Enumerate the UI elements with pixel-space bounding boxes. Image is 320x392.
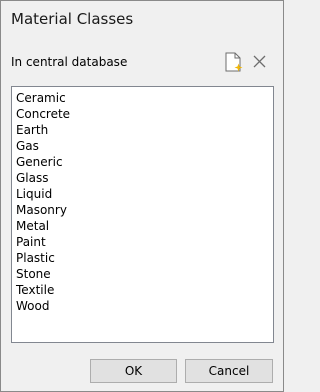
list-item[interactable]: Ceramic	[16, 90, 273, 106]
ok-button[interactable]: OK	[90, 359, 177, 383]
list-item[interactable]: Metal	[16, 218, 273, 234]
dialog-title: Material Classes	[11, 10, 134, 28]
list-item[interactable]: Paint	[16, 234, 273, 250]
section-label: In central database	[11, 55, 128, 69]
list-item[interactable]: Concrete	[16, 106, 273, 122]
new-document-icon[interactable]	[223, 52, 243, 72]
close-x-icon[interactable]	[252, 54, 267, 69]
cancel-button[interactable]: Cancel	[185, 359, 273, 383]
material-classes-dialog: Material Classes In central database Cer…	[0, 0, 284, 392]
list-item[interactable]: Generic	[16, 154, 273, 170]
list-item[interactable]: Textile	[16, 282, 273, 298]
list-item[interactable]: Wood	[16, 298, 273, 314]
material-class-list[interactable]: Ceramic Concrete Earth Gas Generic Glass…	[11, 86, 274, 343]
list-item[interactable]: Earth	[16, 122, 273, 138]
list-item[interactable]: Stone	[16, 266, 273, 282]
list-item[interactable]: Masonry	[16, 202, 273, 218]
list-item[interactable]: Plastic	[16, 250, 273, 266]
list-item[interactable]: Gas	[16, 138, 273, 154]
list-item[interactable]: Liquid	[16, 186, 273, 202]
list-item[interactable]: Glass	[16, 170, 273, 186]
